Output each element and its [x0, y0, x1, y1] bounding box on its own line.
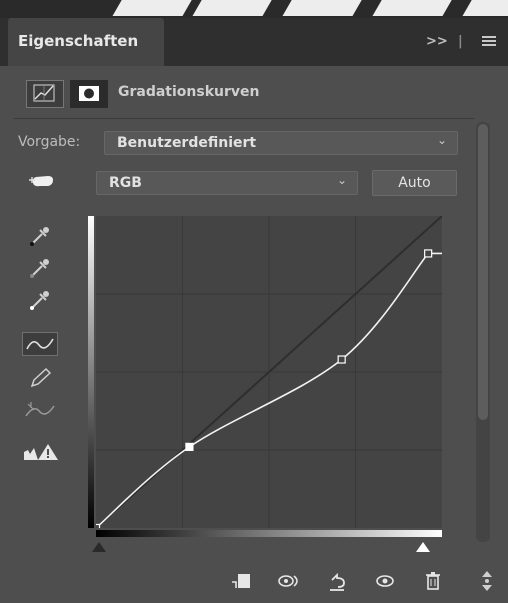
on-image-adjust-tool[interactable] [26, 170, 60, 196]
panel-menu-icon[interactable] [482, 36, 496, 46]
collapse-panel-button[interactable]: >> [426, 34, 448, 49]
properties-panel: Eigenschaften >> | Gradationskurven Vorg… [0, 0, 508, 603]
channel-dropdown[interactable]: RGB ⌄ [96, 171, 358, 195]
preset-dropdown[interactable]: Benutzerdefiniert ⌄ [104, 131, 458, 155]
delete-trash-icon[interactable] [420, 568, 446, 594]
pencil-tool-icon[interactable] [22, 366, 58, 390]
white-point-eyedropper-icon[interactable] [22, 288, 58, 312]
visibility-eye-icon[interactable] [372, 568, 398, 594]
black-point-slider[interactable] [92, 542, 106, 552]
curves-adjustment-icon [26, 80, 64, 108]
chevron-down-icon: ⌄ [336, 173, 347, 187]
curve-control-point[interactable] [337, 355, 346, 364]
smooth-curve-icon[interactable] [22, 398, 58, 422]
clip-to-layer-icon[interactable] [228, 568, 254, 594]
input-gradient-bar [96, 530, 442, 537]
reset-icon[interactable] [324, 568, 350, 594]
curve-point-tool-icon[interactable] [22, 332, 58, 356]
curve-plot[interactable] [91, 215, 443, 533]
resize-grip-icon[interactable] [478, 568, 496, 594]
scrollbar-thumb[interactable] [478, 124, 488, 420]
output-gradient-bar [88, 216, 94, 528]
top-strip [0, 0, 508, 18]
preset-value: Benutzerdefiniert [117, 135, 257, 151]
clipping-warning-icon[interactable] [22, 440, 58, 464]
black-point-eyedropper-icon[interactable] [22, 224, 58, 248]
curves-graph[interactable] [91, 215, 443, 533]
tab-separator: | [458, 34, 463, 49]
white-point-slider[interactable] [416, 542, 430, 552]
auto-button[interactable]: Auto [372, 170, 457, 196]
gray-point-eyedropper-icon[interactable] [22, 256, 58, 280]
divider [14, 118, 474, 119]
curve-control-point[interactable] [424, 249, 433, 258]
curve-control-point[interactable] [91, 523, 101, 533]
view-previous-state-icon[interactable] [276, 568, 302, 594]
tab-eigenschaften[interactable]: Eigenschaften [8, 18, 164, 66]
preset-label: Vorgabe: [18, 134, 81, 150]
chevron-down-icon: ⌄ [436, 133, 447, 147]
curve-control-point[interactable] [185, 442, 194, 451]
tab-label: Eigenschaften [18, 32, 139, 50]
adjustment-title: Gradationskurven [118, 84, 260, 100]
layer-mask-icon[interactable] [70, 80, 108, 108]
channel-value: RGB [109, 175, 142, 191]
